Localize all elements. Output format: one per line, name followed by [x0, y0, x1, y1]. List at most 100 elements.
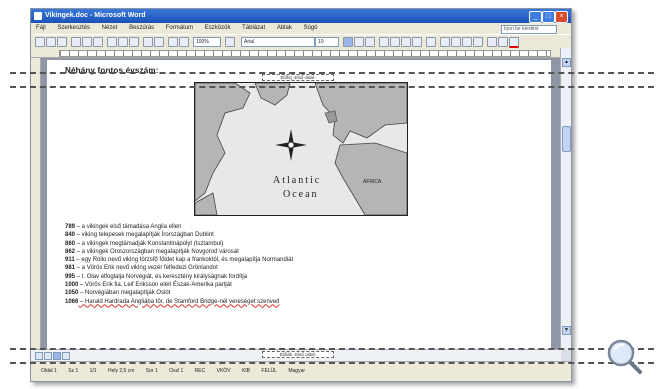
- save-icon[interactable]: [57, 37, 67, 47]
- list-item: 1066 – Harald Hardrada Angliába tör, de …: [65, 298, 565, 306]
- help-icon[interactable]: [225, 37, 235, 47]
- menu-edit[interactable]: Szerkesztés: [52, 23, 95, 34]
- zoom-select[interactable]: 100%: [193, 37, 221, 47]
- list-item: 1050 – Norvégiában megalapítják Oslót: [65, 289, 565, 297]
- align-right-icon[interactable]: [401, 37, 411, 47]
- footer-label: Élőláb -Első oldal-: [262, 351, 334, 358]
- entry-text: – egy Rollo nevű viking törzsfő földet k…: [74, 257, 294, 264]
- scroll-thumb[interactable]: [562, 126, 571, 152]
- footer-boundary-bottom: [10, 362, 654, 364]
- close-button[interactable]: ×: [555, 11, 568, 23]
- align-left-icon[interactable]: [379, 37, 389, 47]
- document-page[interactable]: Néhány fontos évszám: Atlantic Ocean AFR…: [47, 60, 551, 349]
- undo-icon[interactable]: [143, 37, 153, 47]
- table-icon[interactable]: [168, 37, 178, 47]
- status-pages: 1/1: [89, 368, 97, 374]
- menu-window[interactable]: Ablak: [272, 23, 297, 34]
- map-label-atlantic: Atlantic: [273, 175, 321, 186]
- line-spacing-icon[interactable]: [426, 37, 436, 47]
- word-app-icon: [34, 12, 42, 20]
- list-item: 840 – viking telepesek megalapítják Íror…: [65, 231, 565, 239]
- menu-help[interactable]: Súgó: [299, 23, 323, 34]
- increase-indent-icon[interactable]: [473, 37, 483, 47]
- magnifier-icon[interactable]: [606, 338, 642, 374]
- menu-bar: Fájl Szerkesztés Nézet Beszúrás Formátum…: [31, 23, 571, 34]
- list-item: 995 – I. Olav elfoglalja Norvégiát, és k…: [65, 273, 565, 281]
- vertical-ruler[interactable]: [31, 58, 41, 349]
- web-view-icon[interactable]: [44, 352, 52, 360]
- list-item: 1000 – Vörös Erik fia, Leif Eriksson elé…: [65, 281, 565, 289]
- entry-text: – I. Olav elfoglalja Norvégiát, és keres…: [75, 273, 248, 280]
- status-ext: KIB: [241, 368, 250, 374]
- menu-file[interactable]: Fájl: [31, 23, 51, 34]
- status-ovr: FELÜL: [261, 368, 277, 374]
- entry-text: – Harald Hardrada Angliába tör, de Stamf…: [78, 298, 280, 305]
- print-layout-icon[interactable]: [53, 352, 61, 360]
- standard-toolbar: 100% Arial 10: [31, 34, 571, 48]
- list-item: 981 – a Vörös Erik nevű viking vezér fel…: [65, 264, 565, 272]
- copy-icon[interactable]: [118, 37, 128, 47]
- columns-icon[interactable]: [179, 37, 189, 47]
- border-icon[interactable]: [487, 37, 497, 47]
- font-color-icon[interactable]: [509, 37, 519, 48]
- menu-insert[interactable]: Beszúrás: [124, 23, 159, 34]
- map-label-africa: AFRICA: [363, 179, 382, 185]
- status-column: Oszl 1: [169, 368, 184, 374]
- menu-view[interactable]: Nézet: [97, 23, 123, 34]
- viking-map-image: Atlantic Ocean AFRICA: [194, 82, 408, 216]
- italic-icon[interactable]: [354, 37, 364, 47]
- header-label: Élőfej -Első oldal-: [262, 74, 334, 81]
- outline-view-icon[interactable]: [62, 352, 70, 360]
- entry-text: – a Vörös Erik nevű viking vezér felfede…: [75, 265, 218, 272]
- justify-icon[interactable]: [412, 37, 422, 47]
- entry-year: 840: [65, 232, 76, 239]
- entry-year: 860: [65, 240, 76, 247]
- word-window: Vikingek.doc - Microsoft Word _ □ × Fájl…: [30, 8, 572, 382]
- align-center-icon[interactable]: [390, 37, 400, 47]
- numbering-icon[interactable]: [440, 37, 450, 47]
- document-area: Néhány fontos évszám: Atlantic Ocean AFR…: [41, 58, 561, 349]
- highlight-icon[interactable]: [498, 37, 508, 47]
- entry-year: 1050: [65, 290, 79, 297]
- menu-tools[interactable]: Eszközök: [200, 23, 236, 34]
- list-item: 911 – egy Rollo nevű viking törzsfő föld…: [65, 256, 565, 264]
- bullets-icon[interactable]: [451, 37, 461, 47]
- status-bar: Oldal 1 Sz 1 1/1 Hely 2,5 cm Sor 1 Oszl …: [31, 361, 571, 381]
- entry-text: – a vikingek első támadása Anglia ellen: [75, 224, 182, 230]
- minimize-button[interactable]: _: [529, 11, 542, 23]
- header-boundary-bottom: [10, 86, 654, 88]
- status-section: Sz 1: [68, 368, 79, 374]
- underline-icon[interactable]: [365, 37, 375, 47]
- status-trk: VKÖV: [216, 368, 231, 374]
- entry-text: – a vikingek Oroszországban megalapítják…: [75, 248, 239, 255]
- status-rec: REC: [194, 368, 206, 374]
- maximize-button[interactable]: □: [542, 11, 555, 23]
- print-preview-icon[interactable]: [82, 37, 92, 47]
- help-search-input[interactable]: Írjon be kérdést: [501, 25, 557, 34]
- entry-year: 911: [65, 257, 75, 264]
- print-icon[interactable]: [71, 37, 81, 47]
- open-icon[interactable]: [46, 37, 56, 47]
- window-title: Vikingek.doc - Microsoft Word: [45, 12, 146, 19]
- scroll-down-icon[interactable]: ▼: [562, 326, 571, 335]
- entry-text: – Vörös Erik fia, Leif Eriksson eléri És…: [78, 282, 232, 289]
- paste-icon[interactable]: [129, 37, 139, 47]
- redo-icon[interactable]: [154, 37, 164, 47]
- horizontal-ruler[interactable]: [31, 48, 561, 58]
- menu-format[interactable]: Formátum: [161, 23, 198, 34]
- bold-icon[interactable]: [343, 37, 353, 47]
- font-size-select[interactable]: 10: [315, 37, 339, 47]
- cut-icon[interactable]: [107, 37, 117, 47]
- year-list: 789 – a vikingek első támadása Anglia el…: [65, 223, 565, 306]
- entry-text: – Norvégiában megalapítják Oslót: [78, 290, 171, 297]
- font-select[interactable]: Arial: [241, 37, 315, 47]
- status-language: Magyar: [288, 368, 306, 374]
- normal-view-icon[interactable]: [35, 352, 43, 360]
- spelling-icon[interactable]: [93, 37, 103, 47]
- decrease-indent-icon[interactable]: [462, 37, 472, 47]
- title-bar: Vikingek.doc - Microsoft Word _ □ ×: [31, 9, 571, 23]
- scroll-up-icon[interactable]: ▲: [562, 58, 571, 67]
- new-document-icon[interactable]: [35, 37, 45, 47]
- vertical-scrollbar[interactable]: ▲ ▼: [560, 48, 571, 349]
- menu-table[interactable]: Táblázat: [237, 23, 270, 34]
